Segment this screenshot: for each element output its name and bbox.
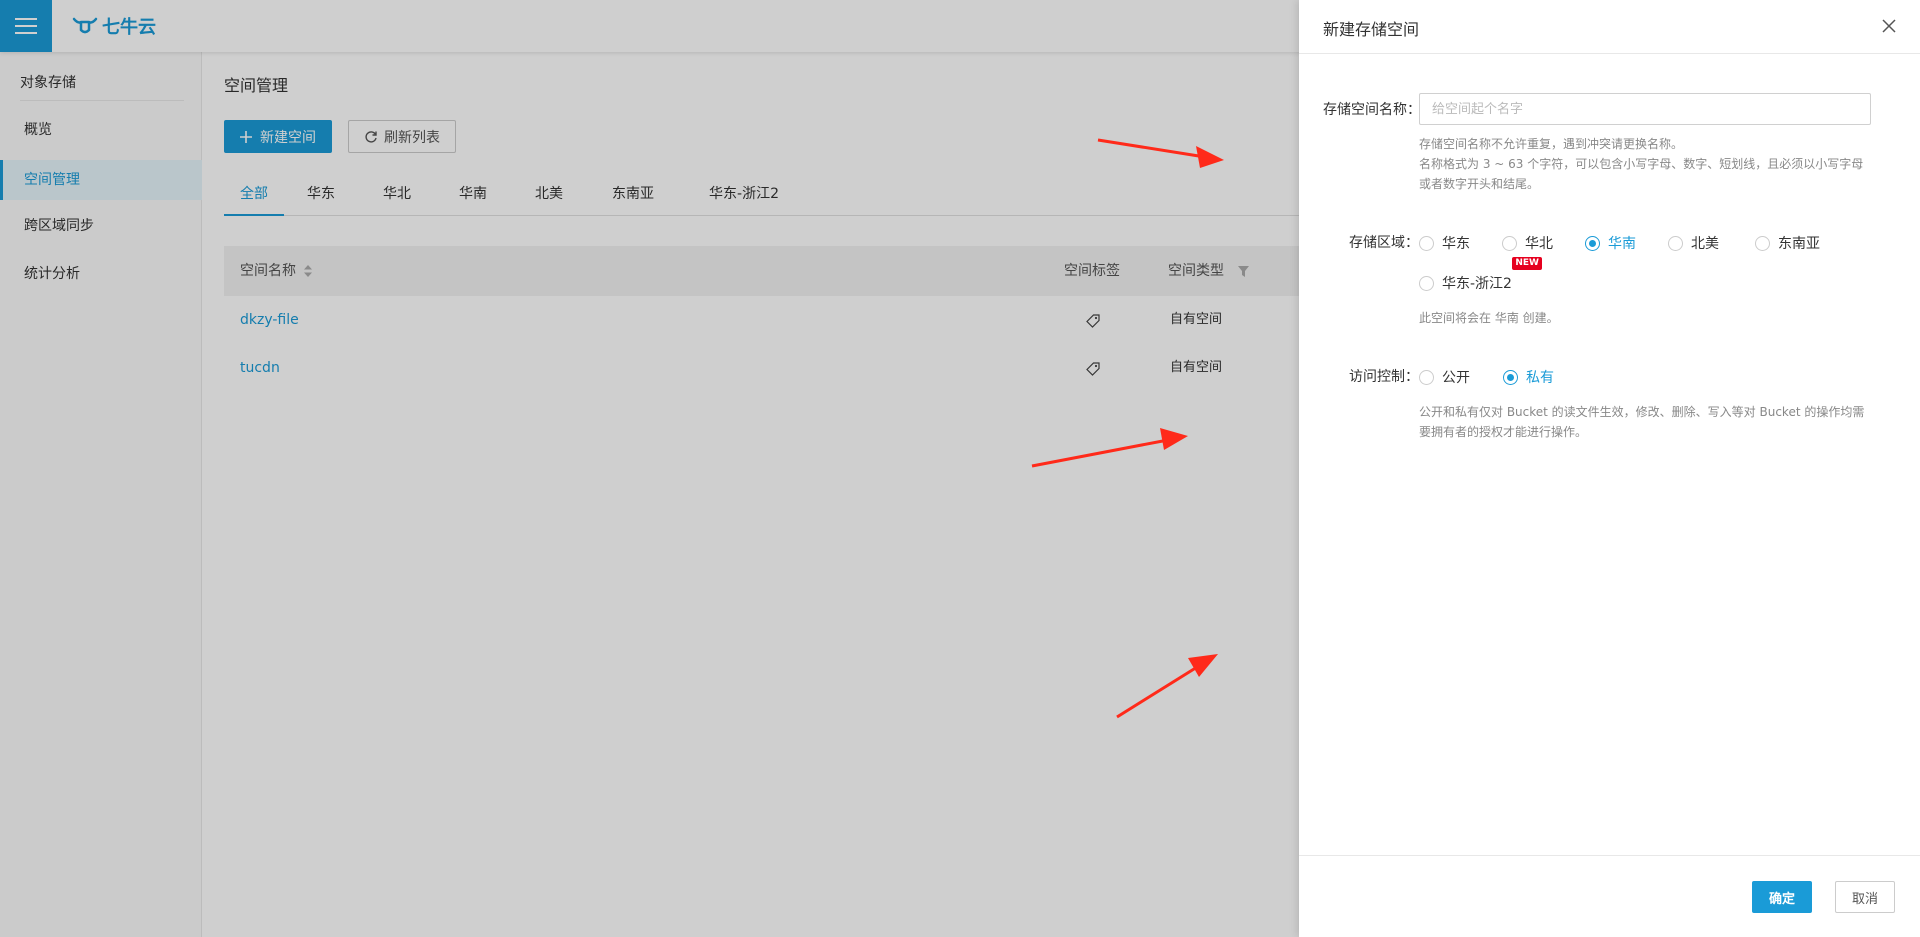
create-bucket-drawer: 新建存储空间 存储空间名称： 存储空间名称不允许重复，遇到冲突请更换名称。 名称… — [1299, 0, 1920, 937]
radio-dot — [1419, 275, 1434, 291]
region-radio-label-wrap: 华东-浙江2 NEW — [1442, 257, 1542, 293]
access-radio-public[interactable]: 公开 — [1419, 367, 1470, 387]
region-radio-label: 华东 — [1442, 236, 1470, 252]
close-icon[interactable] — [1880, 17, 1898, 35]
region-radio-huadong-zhejiang2[interactable]: 华东-浙江2 NEW — [1419, 257, 1542, 293]
drawer-footer: 确定 取消 — [1299, 855, 1920, 937]
region-radio-label: 东南亚 — [1778, 236, 1820, 252]
bucket-name-label: 存储空间名称： — [1323, 102, 1421, 118]
region-radio-label: 华北 — [1525, 236, 1553, 252]
region-help: 此空间将会在 华南 创建。 — [1419, 311, 1559, 325]
bucket-name-help-1: 存储空间名称不允许重复，遇到冲突请更换名称。 — [1419, 137, 1684, 151]
cancel-button[interactable]: 取消 — [1835, 881, 1895, 913]
region-label: 存储区域： — [1349, 235, 1419, 251]
radio-dot — [1419, 369, 1434, 385]
bucket-name-input[interactable] — [1419, 93, 1871, 125]
radio-dot — [1502, 235, 1517, 251]
region-radio-label: 北美 — [1691, 236, 1719, 252]
region-radio-label: 华东-浙江2 — [1442, 276, 1512, 292]
confirm-button[interactable]: 确定 — [1752, 881, 1812, 913]
access-help: 公开和私有仅对 Bucket 的读文件生效，修改、删除、写入等对 Bucket … — [1419, 405, 1865, 439]
access-radio-label: 公开 — [1442, 370, 1470, 386]
radio-dot — [1668, 235, 1683, 251]
radio-dot — [1503, 369, 1518, 385]
access-radio-label: 私有 — [1526, 370, 1554, 386]
region-radio-label: 华南 — [1608, 236, 1636, 252]
radio-dot — [1755, 235, 1770, 251]
drawer-title: 新建存储空间 — [1323, 20, 1420, 39]
region-radio-dongnanya[interactable]: 东南亚 — [1755, 233, 1820, 253]
radio-dot — [1419, 235, 1434, 251]
access-control-label: 访问控制： — [1349, 369, 1419, 385]
region-radio-huadong[interactable]: 华东 — [1419, 233, 1470, 253]
region-radio-huanan[interactable]: 华南 — [1585, 233, 1636, 253]
access-radio-private[interactable]: 私有 — [1503, 367, 1554, 387]
drawer-header: 新建存储空间 — [1299, 0, 1920, 54]
radio-dot — [1585, 235, 1600, 251]
region-radio-beimei[interactable]: 北美 — [1668, 233, 1719, 253]
bucket-name-help-2: 名称格式为 3 ~ 63 个字符，可以包含小写字母、数字、短划线，且必须以小写字… — [1419, 157, 1864, 191]
region-radio-huabei[interactable]: 华北 — [1502, 233, 1553, 253]
new-badge: NEW — [1512, 257, 1542, 270]
